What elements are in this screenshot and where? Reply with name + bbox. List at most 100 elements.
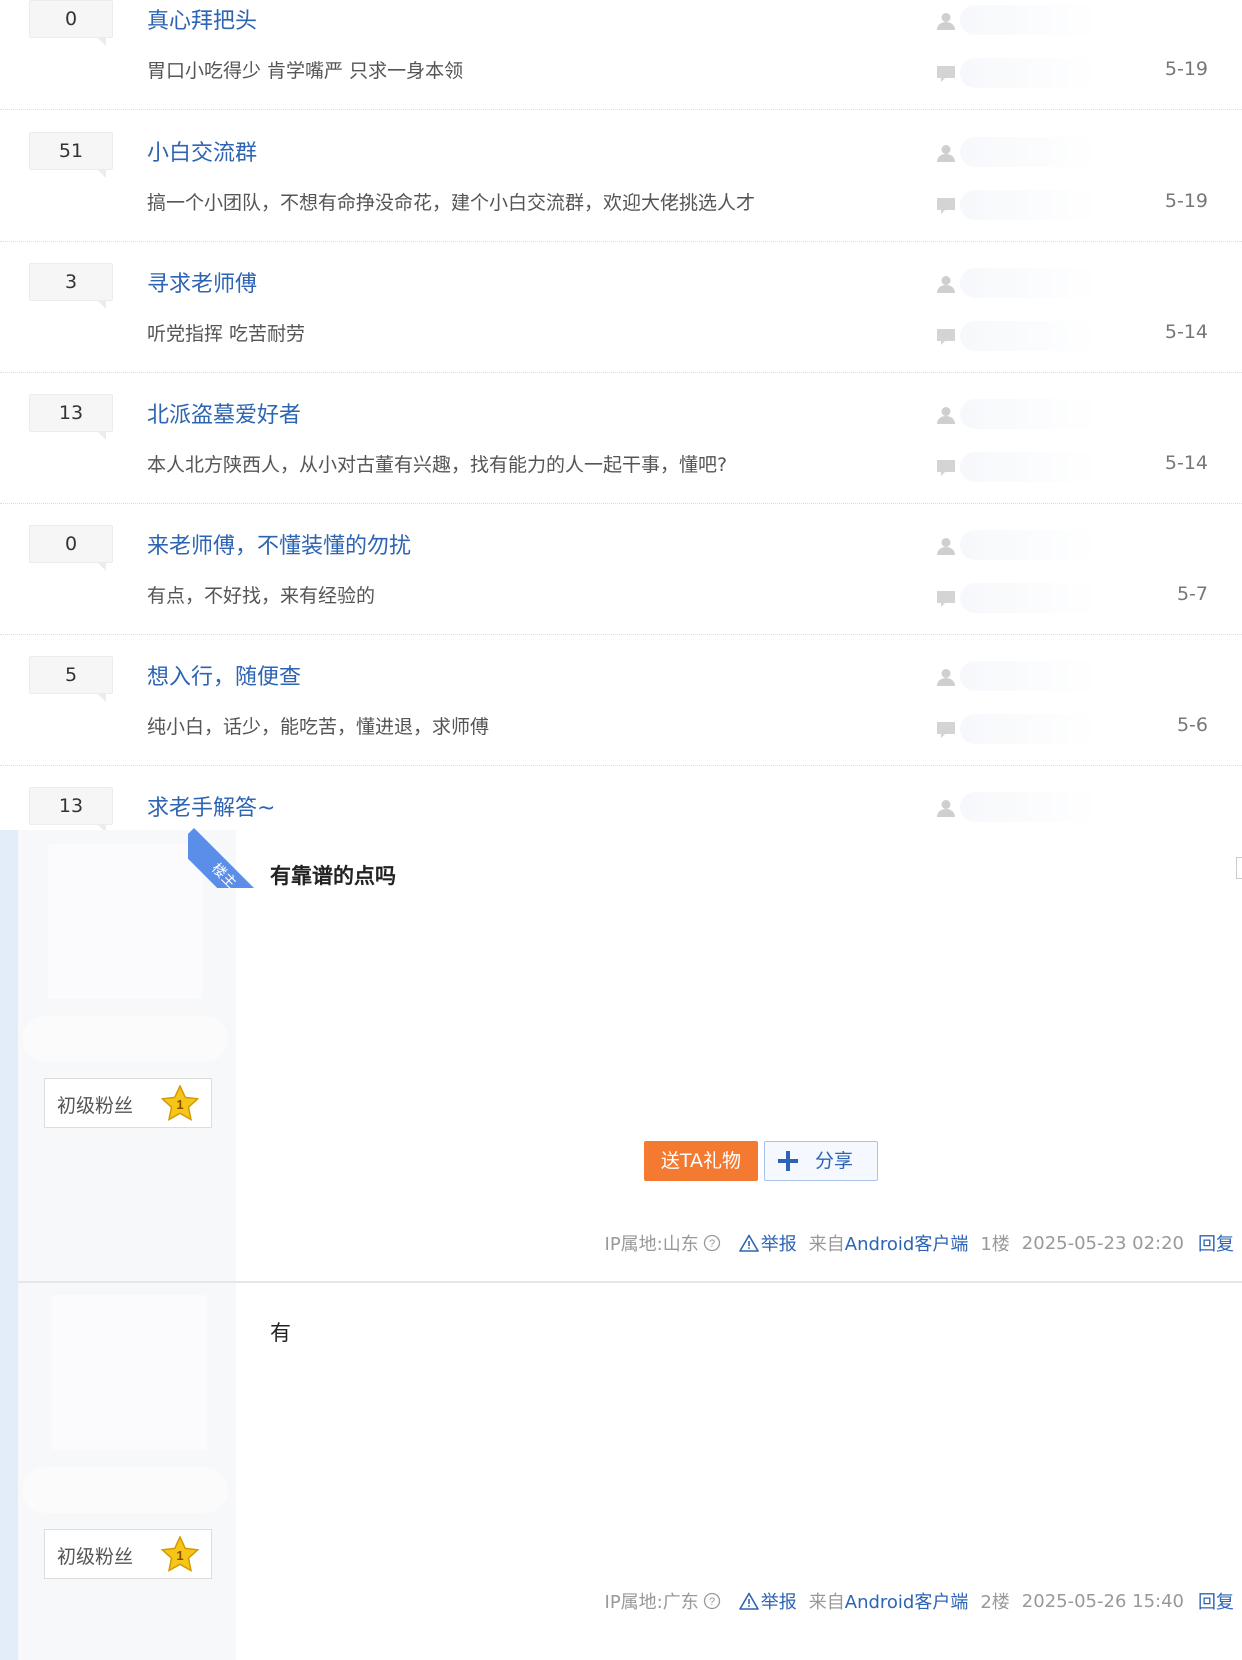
- thread-abstract: 搞一个小团队，不想有命挣没命花，建个小白交流群，欢迎大佬挑选人才: [147, 192, 756, 214]
- side-collapse-handle[interactable]: [1236, 857, 1242, 879]
- user-info-column: 初级粉丝 1: [18, 1283, 236, 1660]
- thread-row[interactable]: 0 来老师傅，不懂装懂的勿扰 有点，不好找，来有经验的 5-7: [0, 504, 1242, 635]
- svg-text:1: 1: [176, 1097, 183, 1112]
- author-icon: [937, 276, 955, 293]
- star-level-icon: 1: [161, 1085, 199, 1121]
- reply-count: 0: [29, 525, 113, 571]
- reply-count: 51: [29, 132, 113, 178]
- post-time: 2025-05-23 02:20: [1021, 1232, 1184, 1254]
- post-tail: IP属地:山东 ? 举报 来自 Android客户端 1楼 2025-05-23: [605, 1230, 1234, 1256]
- last-replier-blurred[interactable]: [960, 190, 1100, 220]
- svg-text:?: ?: [709, 1596, 715, 1608]
- username-blurred[interactable]: [22, 1467, 228, 1513]
- ip-location: IP属地:山东: [604, 1234, 699, 1255]
- report-link[interactable]: 举报: [738, 1230, 797, 1256]
- post-time: 2025-05-26 15:40: [1021, 1590, 1184, 1612]
- user-info-column: 初级粉丝 1 楼主: [18, 828, 254, 1281]
- thread-row[interactable]: 5 想入行，随便查 纯小白，话少，能吃苦，懂进退，求师傅 5-6: [0, 635, 1242, 766]
- source-prefix: 来自: [808, 1234, 845, 1255]
- last-reply-icon: [937, 66, 955, 82]
- report-label: 举报: [760, 1592, 797, 1613]
- author-name-blurred[interactable]: [960, 399, 1100, 429]
- thread-row[interactable]: 51 小白交流群 搞一个小团队，不想有命挣没命花，建个小白交流群，欢迎大佬挑选人…: [0, 111, 1242, 242]
- fan-level-badge[interactable]: 初级粉丝 1: [44, 1529, 212, 1579]
- author-name-blurred[interactable]: [960, 530, 1100, 560]
- post-tail: IP属地:广东 ? 举报 来自 Android客户端 2楼 2025-05-26: [605, 1588, 1234, 1614]
- last-reply-icon: [937, 329, 955, 345]
- warning-icon: [738, 1592, 759, 1610]
- last-replier-blurred[interactable]: [960, 321, 1100, 351]
- post-list: 初级粉丝 1 楼主 有靠谱的点吗 送TA礼物 分享 IP属地:山东 ? 举报 来…: [0, 828, 1242, 1660]
- reply-count: 0: [29, 0, 113, 46]
- client-source-link[interactable]: Android客户端: [845, 1230, 969, 1256]
- last-replier-blurred[interactable]: [960, 714, 1100, 744]
- thread-date: 5-14: [1164, 452, 1208, 474]
- floor-number: 2楼: [980, 1592, 1010, 1613]
- fan-level-badge[interactable]: 初级粉丝 1: [44, 1078, 212, 1128]
- star-level-icon: 1: [161, 1536, 199, 1572]
- last-reply-icon: [937, 591, 955, 607]
- last-reply-icon: [937, 460, 955, 476]
- author-icon: [937, 145, 955, 162]
- thread-row[interactable]: 13 北派盗墓爱好者 本人北方陕西人，从小对古董有兴趣，找有能力的人一起干事，懂…: [0, 373, 1242, 504]
- author-name-blurred[interactable]: [960, 792, 1100, 822]
- thread-title-link[interactable]: 来老师傅，不懂装懂的勿扰: [147, 528, 411, 560]
- thread-title-link[interactable]: 寻求老师傅: [147, 266, 257, 298]
- report-label: 举报: [760, 1234, 797, 1255]
- help-icon[interactable]: ?: [703, 1234, 721, 1252]
- send-gift-button[interactable]: 送TA礼物: [644, 1141, 758, 1181]
- share-button[interactable]: 分享: [764, 1141, 878, 1181]
- author-name-blurred[interactable]: [960, 137, 1100, 167]
- thread-title-link[interactable]: 北派盗墓爱好者: [147, 397, 301, 429]
- thread-title-link[interactable]: 想入行，随便查: [147, 659, 301, 691]
- source-prefix: 来自: [808, 1592, 845, 1613]
- thread-date: 5-19: [1164, 58, 1208, 80]
- thread-title-link[interactable]: 真心拜把头: [147, 3, 257, 35]
- username-blurred[interactable]: [22, 1016, 228, 1062]
- reply-count: 13: [29, 394, 113, 440]
- last-replier-blurred[interactable]: [960, 583, 1100, 613]
- thread-row[interactable]: 3 寻求老师傅 听党指挥 吃苦耐劳 5-14: [0, 242, 1242, 373]
- thread-date: 5-6: [1176, 714, 1208, 736]
- share-label: 分享: [815, 1150, 854, 1172]
- svg-text:?: ?: [709, 1238, 715, 1250]
- thread-abstract: 本人北方陕西人，从小对古董有兴趣，找有能力的人一起干事，懂吧?: [147, 454, 728, 476]
- floor-number: 1楼: [980, 1234, 1010, 1255]
- thread-title-link[interactable]: 小白交流群: [147, 135, 257, 167]
- report-link[interactable]: 举报: [738, 1588, 797, 1614]
- thread-title-link[interactable]: 求老手解答~: [147, 790, 275, 822]
- thread-date: 5-7: [1176, 583, 1208, 605]
- badge-label: 初级粉丝: [57, 1546, 134, 1568]
- badge-label: 初级粉丝: [57, 1095, 134, 1117]
- thread-list: 0 真心拜把头 胃口小吃得少 肯学嘴严 只求一身本领 5-19 51 小白交流群…: [0, 0, 1242, 830]
- author-name-blurred[interactable]: [960, 661, 1100, 691]
- author-icon: [937, 538, 955, 555]
- post-content: 有 IP属地:广东 ? 举报 来自 Android客户端 2楼 2025-05-…: [236, 1283, 1242, 1660]
- thread-date: 5-19: [1164, 190, 1208, 212]
- thread-abstract: 听党指挥 吃苦耐劳: [147, 323, 306, 345]
- thread-abstract: 胃口小吃得少 肯学嘴严 只求一身本领: [147, 60, 464, 82]
- reply-link[interactable]: 回复: [1198, 1230, 1234, 1256]
- thread-row[interactable]: 0 真心拜把头 胃口小吃得少 肯学嘴严 只求一身本领 5-19: [0, 0, 1242, 110]
- avatar[interactable]: [48, 844, 203, 999]
- client-source-link[interactable]: Android客户端: [845, 1588, 969, 1614]
- reply-link[interactable]: 回复: [1198, 1588, 1234, 1614]
- reply-count: 13: [29, 787, 113, 830]
- last-replier-blurred[interactable]: [960, 58, 1100, 88]
- last-replier-blurred[interactable]: [960, 452, 1100, 482]
- thread-abstract: 纯小白，话少，能吃苦，懂进退，求师傅: [147, 716, 490, 738]
- thread-row[interactable]: 13 求老手解答~: [0, 766, 1242, 830]
- thread-abstract: 有点，不好找，来有经验的: [147, 585, 376, 607]
- author-icon: [937, 800, 955, 817]
- reply-count: 3: [29, 263, 113, 309]
- help-icon[interactable]: ?: [703, 1592, 721, 1610]
- thread-date: 5-14: [1164, 321, 1208, 343]
- author-icon: [937, 669, 955, 686]
- author-icon: [937, 407, 955, 424]
- author-name-blurred[interactable]: [960, 268, 1100, 298]
- plus-icon: [778, 1151, 798, 1171]
- author-name-blurred[interactable]: [960, 5, 1100, 35]
- avatar[interactable]: [52, 1295, 207, 1450]
- author-icon: [937, 13, 955, 30]
- last-reply-icon: [937, 198, 955, 214]
